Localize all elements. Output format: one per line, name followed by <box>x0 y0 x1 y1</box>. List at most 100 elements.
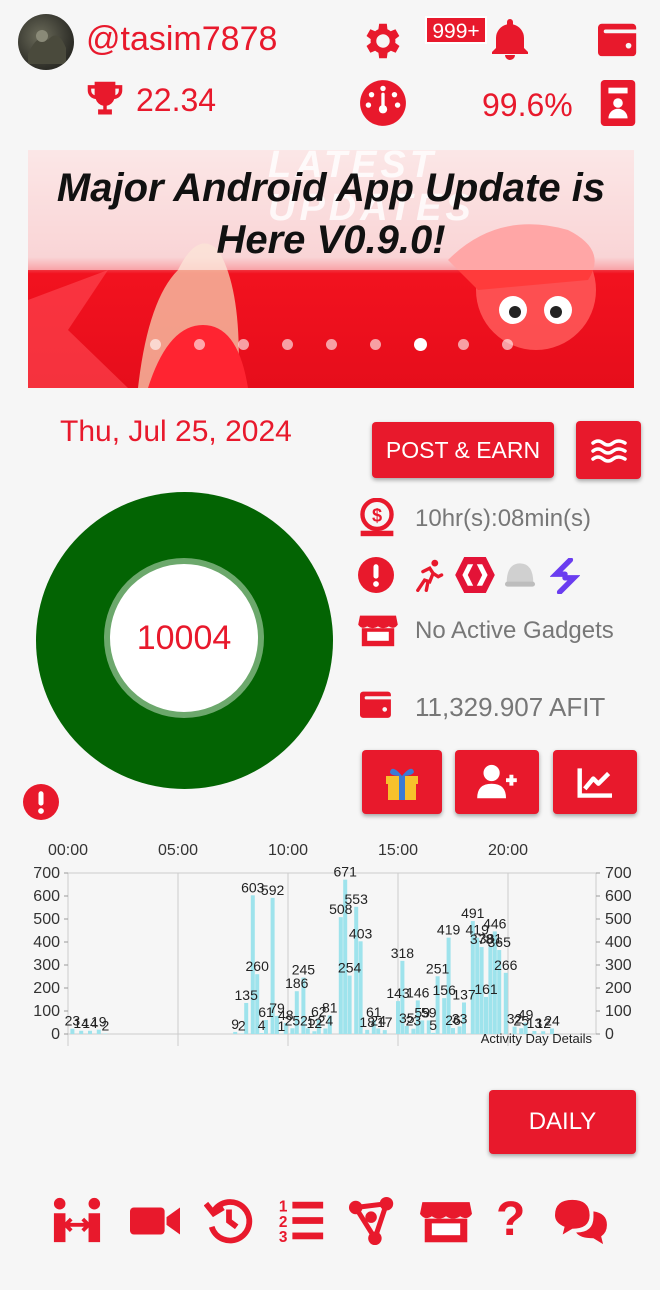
post-earn-button[interactable]: POST & EARN <box>372 422 554 478</box>
menu-button[interactable] <box>576 421 641 479</box>
chart-bar <box>365 1029 370 1034</box>
data-label: 25 <box>285 1012 301 1028</box>
data-label: 2 <box>238 1018 246 1034</box>
carousel-dot[interactable] <box>326 339 337 350</box>
banner-title: Major Android App Update is Here V0.9.0! <box>56 166 606 262</box>
y-tick-label-left: 500 <box>33 911 60 928</box>
data-label: 33 <box>452 1010 468 1026</box>
history-icon[interactable] <box>204 1196 254 1246</box>
data-label: 318 <box>391 945 415 961</box>
y-tick-label-right: 700 <box>605 865 632 882</box>
percent-value: 99.6% <box>482 87 573 123</box>
svg-text:$: $ <box>372 506 382 526</box>
data-label: 81 <box>322 999 338 1015</box>
carousel-dot[interactable] <box>150 339 161 350</box>
alert-icon[interactable] <box>358 557 394 593</box>
timer-money-icon: $ <box>358 498 396 538</box>
data-label: 146 <box>406 984 430 1000</box>
token-icon <box>550 558 580 594</box>
data-label: 24 <box>544 1012 560 1028</box>
store-gadgets-icon[interactable] <box>358 612 398 648</box>
x-tick-label: 00:00 <box>48 842 88 859</box>
data-label: 137 <box>452 986 476 1002</box>
x-tick-label: 15:00 <box>378 842 418 859</box>
chart-bar <box>431 1032 436 1034</box>
y-tick-label-left: 700 <box>33 865 60 882</box>
data-label: 254 <box>338 960 362 976</box>
data-label: 671 <box>334 864 358 880</box>
y-tick-label-right: 600 <box>605 888 632 905</box>
data-label: 251 <box>426 960 450 976</box>
add-user-icon <box>477 764 517 799</box>
data-label: 5 <box>429 1017 437 1033</box>
y-tick-label-right: 100 <box>605 1003 632 1020</box>
chart-bar <box>290 1028 295 1034</box>
chart-bar <box>259 1033 264 1034</box>
data-label: 266 <box>494 957 518 973</box>
video-icon[interactable] <box>128 1196 182 1246</box>
chart-bar <box>312 1031 317 1034</box>
update-banner[interactable]: LATEST UPDATES Major Android App Update … <box>28 150 634 388</box>
stats-button[interactable] <box>553 750 637 814</box>
carousel-dot[interactable] <box>370 339 381 350</box>
carousel-dot[interactable] <box>414 338 427 351</box>
phone-badge-icon[interactable] <box>600 80 636 126</box>
current-date: Thu, Jul 25, 2024 <box>60 415 292 448</box>
list-icon[interactable]: 123 <box>276 1196 328 1246</box>
data-label: 592 <box>261 882 285 898</box>
chart-bar <box>451 1028 455 1034</box>
gift-icon <box>386 768 418 800</box>
chat-icon[interactable] <box>550 1196 610 1246</box>
avatar[interactable] <box>18 14 74 70</box>
data-label: 403 <box>349 925 373 941</box>
chart-annotation: Activity Day Details <box>481 1031 593 1046</box>
carousel-dot[interactable] <box>458 339 469 350</box>
data-label: 365 <box>488 934 512 950</box>
steps-count: 10004 <box>104 558 264 718</box>
line-chart-icon <box>577 768 612 798</box>
notification-badge: 999+ <box>425 16 487 44</box>
data-label: 553 <box>345 891 369 907</box>
help-icon[interactable]: ? <box>496 1192 525 1247</box>
y-tick-label-left: 0 <box>51 1026 60 1043</box>
trophy-value: 22.34 <box>136 82 217 118</box>
y-tick-label-left: 300 <box>33 957 60 974</box>
balance-text: 11,329.907 AFIT <box>415 692 606 722</box>
y-tick-label-right: 200 <box>605 980 632 997</box>
y-tick-label-left: 100 <box>33 1003 60 1020</box>
y-tick-label-right: 0 <box>605 1026 614 1043</box>
wallet-icon[interactable] <box>596 18 642 60</box>
x-tick-label: 05:00 <box>158 842 198 859</box>
x-tick-label: 10:00 <box>268 842 308 859</box>
helmet-icon <box>503 560 537 590</box>
y-tick-label-right: 500 <box>605 911 632 928</box>
store-icon[interactable] <box>420 1196 472 1246</box>
bell-icon[interactable] <box>486 16 534 64</box>
daily-button[interactable]: DAILY <box>489 1090 636 1154</box>
y-tick-label-left: 400 <box>33 934 60 951</box>
waves-icon <box>590 439 627 463</box>
username[interactable]: @tasim7878 <box>86 20 277 59</box>
share-icon[interactable] <box>348 1196 398 1246</box>
data-label: 135 <box>235 987 259 1003</box>
svg-text:3: 3 <box>279 1229 288 1246</box>
carousel-dot[interactable] <box>282 339 293 350</box>
data-label: 2 <box>102 1018 110 1034</box>
gadgets-text: No Active Gadgets <box>415 617 614 644</box>
gift-button[interactable] <box>362 750 442 814</box>
carousel-dot[interactable] <box>502 339 513 350</box>
carousel-dot[interactable] <box>194 339 205 350</box>
add-friend-button[interactable] <box>455 750 539 814</box>
carousel-dot[interactable] <box>238 339 249 350</box>
chart-alert-icon[interactable] <box>23 784 59 820</box>
chart-bar <box>79 1030 84 1034</box>
x-tick-label: 20:00 <box>488 842 528 859</box>
chart-bar <box>323 1028 328 1034</box>
data-label: 260 <box>246 958 270 974</box>
gear-icon[interactable] <box>360 18 406 64</box>
chart-bar <box>411 1028 416 1034</box>
trophy-icon <box>84 80 126 118</box>
speedometer-icon[interactable] <box>358 78 408 128</box>
chart-bar <box>484 996 488 1034</box>
transfer-icon[interactable] <box>50 1196 104 1246</box>
